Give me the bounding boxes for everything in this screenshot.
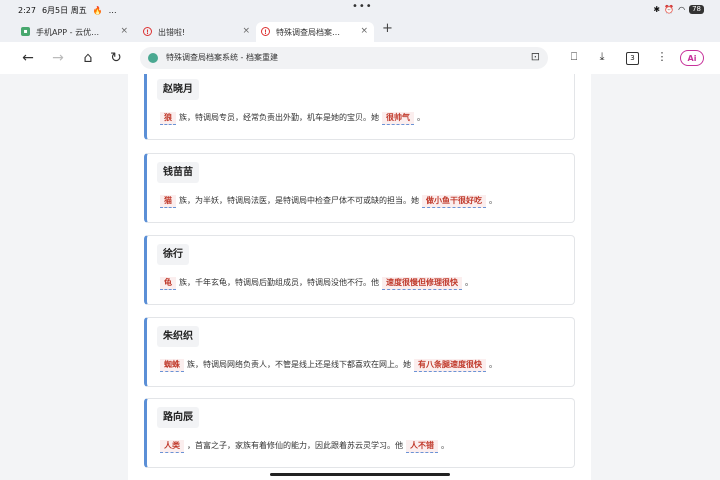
description-text: 族，特调局专员，经常负责出外勤，机车是她的宝贝。她 — [179, 113, 379, 122]
profile-name: 钱苗苗 — [157, 162, 199, 183]
trait-tag: 人不错 — [406, 440, 438, 453]
status-bar: 2:27 6月5日 周五 🔥 … ••• ✱ ⏰ ◠ 78 — [0, 0, 720, 20]
profile-name: 赵晓月 — [157, 79, 199, 100]
description-end: 。 — [489, 360, 497, 369]
race-tag: 龟 — [160, 277, 176, 290]
warning-icon: ! — [143, 27, 152, 36]
race-tag: 人类 — [160, 440, 184, 453]
race-tag: 猫 — [160, 195, 176, 208]
app-icon: ▪ — [21, 27, 30, 36]
trait-tag: 做小鱼干很好吃 — [422, 195, 486, 208]
description-end: 。 — [489, 196, 497, 205]
tab-app[interactable]: ▪ 手机APP - 云优… × — [16, 22, 134, 42]
more-menu-icon[interactable]: ⋮ — [654, 50, 670, 63]
notification-icon: 🔥 — [92, 6, 103, 15]
bluetooth-icon: ✱ — [653, 5, 661, 14]
profile-description: 猫族，为半妖，特调局法医，是特调局中检查尸体不可或缺的担当。她 做小鱼干很好吃。 — [157, 195, 497, 208]
close-icon[interactable]: × — [242, 26, 250, 36]
tab-error[interactable]: ! 出错啦! × — [138, 22, 256, 42]
description-text: 族，特调局网络负责人，不管是线上还是线下都喜欢在网上。她 — [187, 360, 411, 369]
browser-toolbar: ← → ⌂ ↻ 特殊调查局档案系统 - 档案重建 ⊡ ⎕ ⤓ 3 ⋮ Ai — [0, 42, 720, 74]
race-tag: 狼 — [160, 112, 176, 125]
battery-indicator: 78 — [689, 5, 704, 14]
trait-tag: 很帅气 — [382, 112, 414, 125]
tab-title: 特殊调查局档案… — [276, 27, 340, 37]
archive-page: 赵晓月 狼族，特调局专员，经常负责出外勤，机车是她的宝贝。她 很帅气。 钱苗苗 猫… — [128, 74, 591, 480]
close-icon[interactable]: × — [120, 26, 128, 36]
forward-button[interactable]: → — [48, 48, 68, 68]
race-tag: 蜘蛛 — [160, 359, 184, 372]
ai-button[interactable]: Ai — [680, 50, 704, 66]
url-text: 特殊调查局档案系统 - 档案重建 — [166, 53, 278, 62]
trait-tag: 速度很慢但修理很快 — [382, 277, 462, 290]
back-button[interactable]: ← — [18, 48, 38, 68]
description-end: 。 — [465, 278, 473, 287]
home-button[interactable]: ⌂ — [78, 48, 98, 68]
download-icon[interactable]: ⤓ — [594, 50, 610, 64]
profile-description: 蜘蛛 族，特调局网络负责人，不管是线上还是线下都喜欢在网上。她 有八条腿速度很快。 — [157, 359, 497, 372]
address-bar[interactable]: 特殊调查局档案系统 - 档案重建 ⊡ — [140, 47, 548, 69]
bookmark-add-icon[interactable]: ⊡ — [531, 50, 540, 63]
multitask-dots[interactable]: ••• — [352, 1, 373, 12]
description-end: 。 — [417, 113, 425, 122]
profile-name: 路向辰 — [157, 407, 199, 428]
profile-card: 赵晓月 狼族，特调局专员，经常负责出外勤，机车是她的宝贝。她 很帅气。 — [144, 74, 575, 140]
profile-card: 钱苗苗 猫族，为半妖，特调局法医，是特调局中检查尸体不可或缺的担当。她 做小鱼干很… — [144, 153, 575, 223]
reload-button[interactable]: ↻ — [106, 48, 126, 68]
new-tab-button[interactable]: + — [382, 21, 393, 36]
profile-name: 朱织织 — [157, 326, 199, 347]
tab-count-button[interactable]: 3 — [626, 52, 639, 65]
profile-description: 龟族，千年玄龟，特调局后勤组成员，特调局没他不行。他 速度很慢但修理很快。 — [157, 277, 473, 290]
profile-card: 朱织织 蜘蛛 族，特调局网络负责人，不管是线上还是线下都喜欢在网上。她 有八条腿速度… — [144, 317, 575, 387]
shield-icon — [148, 53, 158, 63]
bookmarks-icon[interactable]: ⎕ — [566, 50, 582, 64]
description-text: 族，千年玄龟，特调局后勤组成员，特调局没他不行。他 — [179, 278, 379, 287]
description-text: ，首富之子，家族有着修仙的能力，因此跟着苏云灵学习。他 — [187, 441, 403, 450]
tab-title: 手机APP - 云优… — [36, 27, 100, 37]
status-date: 6月5日 周五 — [41, 6, 87, 15]
wifi-icon: ◠ — [678, 5, 686, 14]
profile-name: 徐行 — [157, 244, 189, 265]
home-indicator[interactable] — [270, 473, 450, 476]
tab-title: 出错啦! — [158, 27, 186, 37]
tab-archive[interactable]: ! 特殊调查局档案… × — [256, 22, 374, 42]
page-content[interactable]: 赵晓月 狼族，特调局专员，经常负责出外勤，机车是她的宝贝。她 很帅气。 钱苗苗 猫… — [0, 74, 720, 480]
status-extra: … — [108, 6, 117, 15]
description-end: 。 — [441, 441, 449, 450]
trait-tag: 有八条腿速度很快 — [414, 359, 486, 372]
profile-description: 狼族，特调局专员，经常负责出外勤，机车是她的宝贝。她 很帅气。 — [157, 112, 425, 125]
alarm-icon: ⏰ — [664, 5, 675, 14]
profile-card: 徐行 龟族，千年玄龟，特调局后勤组成员，特调局没他不行。他 速度很慢但修理很快。 — [144, 235, 575, 305]
profile-card: 路向辰 人类 ，首富之子，家族有着修仙的能力，因此跟着苏云灵学习。他 人不错。 — [144, 398, 575, 468]
status-time: 2:27 — [18, 6, 36, 15]
tab-bar: ▪ 手机APP - 云优… × ! 出错啦! × ! 特殊调查局档案… × + — [0, 20, 720, 43]
description-text: 族，为半妖，特调局法医，是特调局中检查尸体不可或缺的担当。她 — [179, 196, 419, 205]
warning-icon: ! — [261, 27, 270, 36]
close-icon[interactable]: × — [360, 26, 368, 36]
profile-description: 人类 ，首富之子，家族有着修仙的能力，因此跟着苏云灵学习。他 人不错。 — [157, 440, 449, 453]
